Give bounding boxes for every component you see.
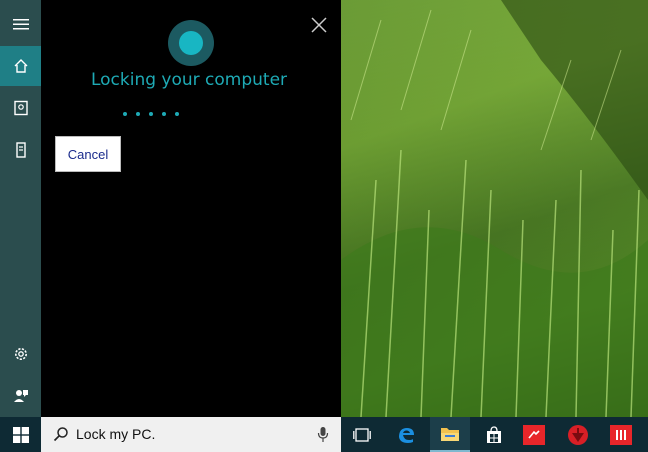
store-button[interactable] — [474, 417, 514, 452]
notebook-icon — [13, 100, 28, 116]
close-icon[interactable] — [308, 14, 330, 36]
task-view-icon — [353, 427, 371, 442]
hamburger-menu-button[interactable] — [0, 4, 41, 44]
edge-icon — [399, 427, 414, 443]
app-red-circle-icon — [568, 424, 588, 445]
cortana-orb-core — [179, 31, 203, 55]
taskbar: Lock my PC. — [0, 417, 648, 452]
search-input[interactable]: Lock my PC. — [76, 426, 155, 442]
store-icon — [487, 425, 501, 443]
microphone-icon[interactable] — [317, 426, 329, 443]
cortana-left-rail — [0, 0, 41, 417]
menu-icon — [12, 19, 29, 30]
cortana-panel: Locking your computer Cancel — [41, 0, 341, 417]
wheat-field-image — [341, 0, 648, 417]
search-icon — [53, 427, 68, 442]
settings-button[interactable] — [0, 334, 41, 374]
progress-dots — [123, 112, 179, 116]
red-app-button[interactable] — [514, 417, 554, 452]
progress-dot — [162, 112, 166, 116]
settings-icon — [14, 348, 27, 360]
cancel-button[interactable]: Cancel — [55, 136, 121, 172]
app-red-icon — [523, 424, 545, 445]
feedback-icon — [13, 390, 28, 402]
file-explorer-icon — [441, 427, 459, 441]
cortana-orb — [168, 20, 214, 66]
devices-button[interactable] — [0, 130, 41, 170]
start-button[interactable] — [0, 417, 41, 452]
windows-logo-icon — [12, 426, 29, 443]
home-button[interactable] — [0, 46, 41, 86]
taskbar-search-box[interactable]: Lock my PC. — [41, 417, 341, 452]
app-red-bars-icon — [610, 424, 632, 445]
device-icon — [15, 142, 26, 158]
task-view-button[interactable] — [342, 417, 382, 452]
feedback-button[interactable] — [0, 376, 41, 416]
progress-dot — [136, 112, 140, 116]
cortana-status-text: Locking your computer — [90, 70, 288, 90]
progress-dot — [123, 112, 127, 116]
file-explorer-button[interactable] — [430, 417, 470, 452]
red-circle-app-button[interactable] — [558, 417, 598, 452]
desktop-wallpaper — [341, 0, 648, 417]
home-icon — [14, 59, 27, 73]
red-bars-app-button[interactable] — [601, 417, 641, 452]
notebook-button[interactable] — [0, 88, 41, 128]
progress-dot — [149, 112, 153, 116]
edge-browser-button[interactable] — [386, 417, 426, 452]
progress-dot — [175, 112, 179, 116]
